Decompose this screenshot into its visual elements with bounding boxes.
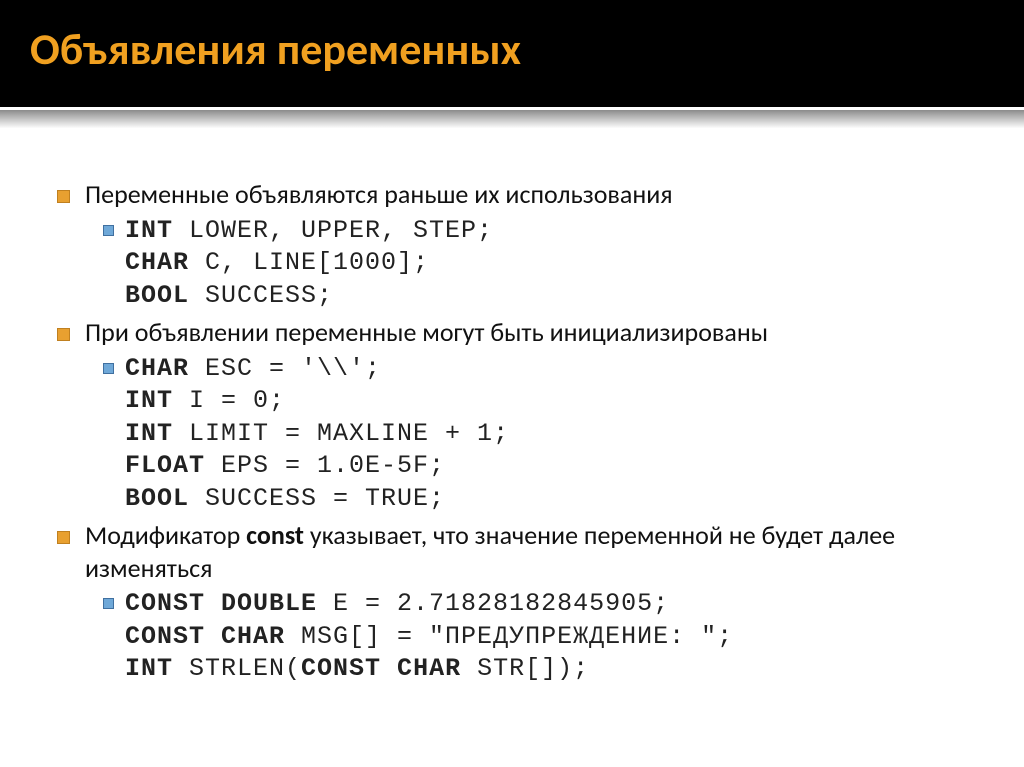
header-divider (0, 107, 1024, 110)
code-block: char esc = '\\'; int i = 0; int limit = … (125, 353, 974, 516)
bullet-list: Переменные объявляются раньше их использ… (85, 178, 974, 686)
bullet-item: Переменные объявляются раньше их использ… (85, 178, 974, 312)
code-line: int lower, upper, step; char c, line[100… (125, 215, 974, 313)
slide-content: Переменные объявляются раньше их использ… (0, 128, 1024, 686)
code-line: char esc = '\\'; int i = 0; int limit = … (125, 353, 974, 516)
slide-header: Объявления переменных (0, 0, 1024, 110)
bullet-text: При объявлении переменные могут быть ини… (85, 316, 974, 349)
bullet-text: Модификатор const указывает, что значени… (85, 519, 974, 584)
bullet-item: Модификатор const указывает, что значени… (85, 519, 974, 686)
slide-title: Объявления переменных (30, 22, 1004, 76)
bullet-text: Переменные объявляются раньше их использ… (85, 178, 974, 211)
bullet-item: При объявлении переменные могут быть ини… (85, 316, 974, 515)
code-block: const double e = 2.71828182845905; const… (125, 588, 974, 686)
code-block: int lower, upper, step; char c, line[100… (125, 215, 974, 313)
header-shadow (0, 110, 1024, 128)
code-line: const double e = 2.71828182845905; const… (125, 588, 974, 686)
